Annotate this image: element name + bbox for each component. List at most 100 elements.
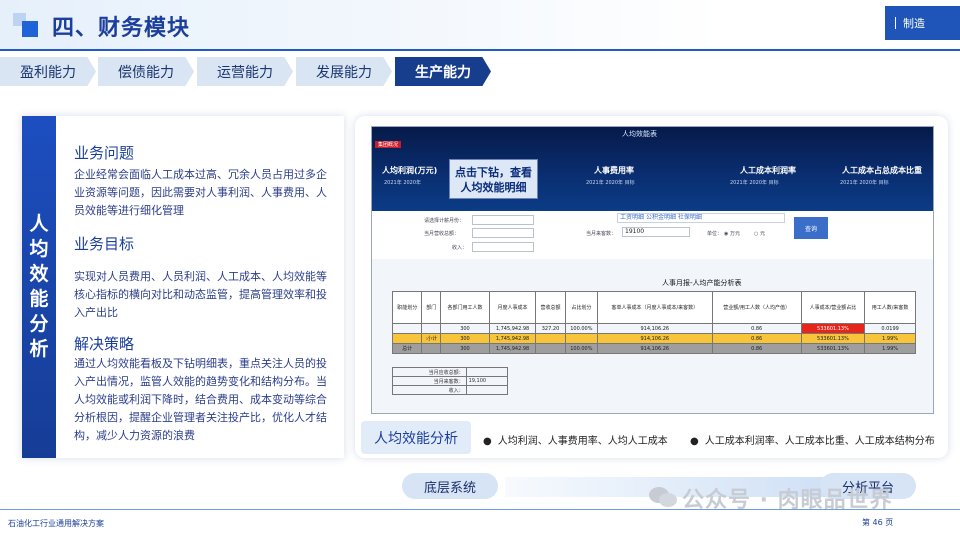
table-cell: 1,745,942.98 [488, 323, 537, 334]
table-cell: 533601.13% [800, 343, 866, 354]
tag-wage: 工资明细 [620, 214, 645, 221]
table-cell: :小计 [421, 333, 442, 344]
guest-count-label: 当月来客数： [586, 231, 617, 237]
mini-row: 收入： [392, 385, 509, 395]
vertical-char: 效 [29, 263, 49, 285]
table-cell: 1,745,942.98 [488, 343, 537, 354]
vertical-char: 人 [29, 213, 49, 235]
section-text-goal: 实现对人员费用、人员利润、人工成本、人均效能等核心指标的横向对比和动态监管，提高… [74, 270, 327, 319]
table-cell: 327.20 [535, 323, 566, 334]
dashboard-tag: 集团概况 [375, 141, 402, 148]
table-header-cell: 营业额/用工人数（人均产值） [711, 291, 802, 324]
table-cell: 1.99% [864, 333, 916, 344]
section-text-strategy: 通过人均效能看板及下钻明细表，重点关注人员的投入产出情况，监管人效能的趋势变化和… [74, 357, 327, 442]
table-cell [535, 343, 566, 354]
footer-text: 石油化工行业通用解决方案 [8, 519, 104, 528]
tab-development[interactable]: 发展能力 [296, 57, 392, 86]
income-input[interactable] [472, 242, 534, 252]
table-cell [391, 333, 423, 344]
table-cell: 100.00% [564, 343, 598, 354]
tag-social: 社保明细 [677, 214, 702, 221]
table-cell [564, 333, 598, 344]
table-cell: 1,745,942.98 [488, 333, 537, 344]
vertical-char: 均 [29, 238, 49, 260]
header-tag: 制造 [885, 6, 960, 40]
logo-squares-icon [13, 13, 38, 37]
mini-row: 当月应收总额： [392, 367, 509, 377]
table-title: 人事月报-人均产能分析表 [662, 279, 742, 287]
drilldown-callout[interactable]: 点击下钻，查看人均效能明细 [449, 159, 538, 199]
kpi-cost-ratio-sub: 2021年 2020年 目标 [840, 180, 889, 186]
tab-operation[interactable]: 运营能力 [197, 57, 293, 86]
summary-mini-table: 当月应收总额： 当月来客数： 19,100 收入： [392, 367, 509, 395]
table-header-cell: 月度人事成本 [488, 291, 537, 324]
query-button[interactable]: 查询 [794, 217, 828, 239]
table-cell: 总计 [391, 343, 423, 354]
dashboard-title: 人均效能表 [622, 130, 657, 138]
guest-count-input[interactable]: 19100 [622, 227, 690, 237]
table-cell: 533601.13% [800, 323, 866, 334]
table-header-cell: 用工人数/来客数 [864, 291, 916, 324]
income-label: 收入： [452, 245, 468, 251]
table-cell: 1.99% [864, 343, 916, 354]
table-cell: 0.0199 [864, 323, 916, 334]
footer-divider [0, 509, 960, 510]
table-header-cell: 部门 [421, 291, 442, 324]
table-header-cell: 占比划分 [564, 291, 598, 324]
tab-production[interactable]: 生产能力 [395, 57, 491, 86]
kpi-profit-sub: 2021年 2020年 [384, 180, 422, 186]
table-cell: 300 [440, 323, 490, 334]
table-cell [535, 333, 566, 344]
unit-wan-label: 万元 [729, 231, 740, 237]
revenue-label: 当月营收总额： [424, 231, 460, 237]
table-cell: 914,106.26 [596, 323, 713, 334]
kpi-cost-profit-sub: 2021年 2020年 目标 [730, 180, 779, 186]
table-cell: 300 [440, 343, 490, 354]
mini-cell: 当月来客数： [392, 376, 467, 386]
mini-cell: 收入： [392, 385, 467, 395]
filter-area: 请选择计薪月份： 当月营收总额： 收入： 工资明细 公积金明细 社保明细 当月来… [372, 211, 933, 259]
bullet-item: 人均利润、人事费用率、人均人工成本 [483, 432, 668, 447]
mini-cell [465, 385, 509, 395]
table-cell: 100.00% [564, 323, 598, 334]
table-cell: 914,106.26 [596, 333, 713, 344]
unit-label: 单位： [707, 231, 723, 237]
section-heading-strategy: 解决策略 [74, 335, 135, 353]
vertical-char: 分 [29, 313, 49, 335]
section-text-problem: 企业经常会面临人工成本过高、冗余人员占用过多企业资源等问题，因此需要对人事利润、… [74, 168, 327, 217]
vertical-char: 析 [29, 338, 49, 360]
flow-source: 底层系统 [402, 473, 498, 499]
vertical-char: 能 [29, 288, 49, 310]
unit-yuan-label: 元 [759, 231, 765, 237]
table-header-cell: 各部门用工人数 [440, 291, 490, 324]
analysis-label: 人均效能分析 [361, 421, 471, 454]
period-input[interactable] [472, 215, 534, 225]
period-label: 请选择计薪月份： [424, 218, 465, 224]
table-cell: 533601.13% [800, 333, 866, 344]
revenue-input[interactable] [472, 228, 534, 238]
header-divider [0, 49, 960, 51]
tag-fund: 公积金明细 [645, 214, 676, 221]
kpi-profit-label: 人均利润(万元) [382, 166, 438, 175]
table-row: 300 1,745,942.98 327.20 100.00% 914,106.26 0.… [391, 323, 916, 334]
section-heading-goal: 业务目标 [74, 235, 135, 253]
subject-select[interactable]: 工资明细 公积金明细 社保明细 [617, 213, 785, 223]
mini-cell: 当月应收总额： [392, 367, 467, 377]
table-header-cell: 职能划分 [391, 291, 423, 324]
capacity-table: 职能划分 部门 各部门用工人数 月度人事成本 营收总额 占比划分 客单人事成本（月度人事成本… [391, 291, 916, 354]
kpi-cost-profit-label: 人工成本利润率 [740, 166, 796, 175]
unit-yuan-radio[interactable]: ○ 元 [754, 230, 765, 237]
dashboard-kpi-band: 人均效能表 集团概况 人均利润(万元) 2021年 2020年 人事费用率 20… [372, 127, 933, 211]
dashboard-screenshot: 人均效能表 集团概况 人均利润(万元) 2021年 2020年 人事费用率 20… [371, 126, 934, 414]
table-row: :小计 300 1,745,942.98 914,106.26 0.86 533601.1… [391, 333, 916, 344]
unit-wan-radio[interactable]: ◉ 万元 [724, 230, 740, 237]
page-header: 四、财务模块 制造 [0, 0, 960, 50]
tab-profitability[interactable]: 盈利能力 [0, 57, 96, 86]
table-cell [421, 343, 442, 354]
wechat-icon [649, 487, 677, 507]
kpi-cost-ratio-label: 人工成本占总成本比重 [842, 166, 922, 175]
tab-solvency[interactable]: 偿债能力 [98, 57, 194, 86]
table-header-row: 职能划分 部门 各部门用工人数 月度人事成本 营收总额 占比划分 客单人事成本（月度人事成本… [391, 291, 916, 324]
table-header-cell: 营收总额 [535, 291, 566, 324]
mini-cell [465, 367, 509, 377]
